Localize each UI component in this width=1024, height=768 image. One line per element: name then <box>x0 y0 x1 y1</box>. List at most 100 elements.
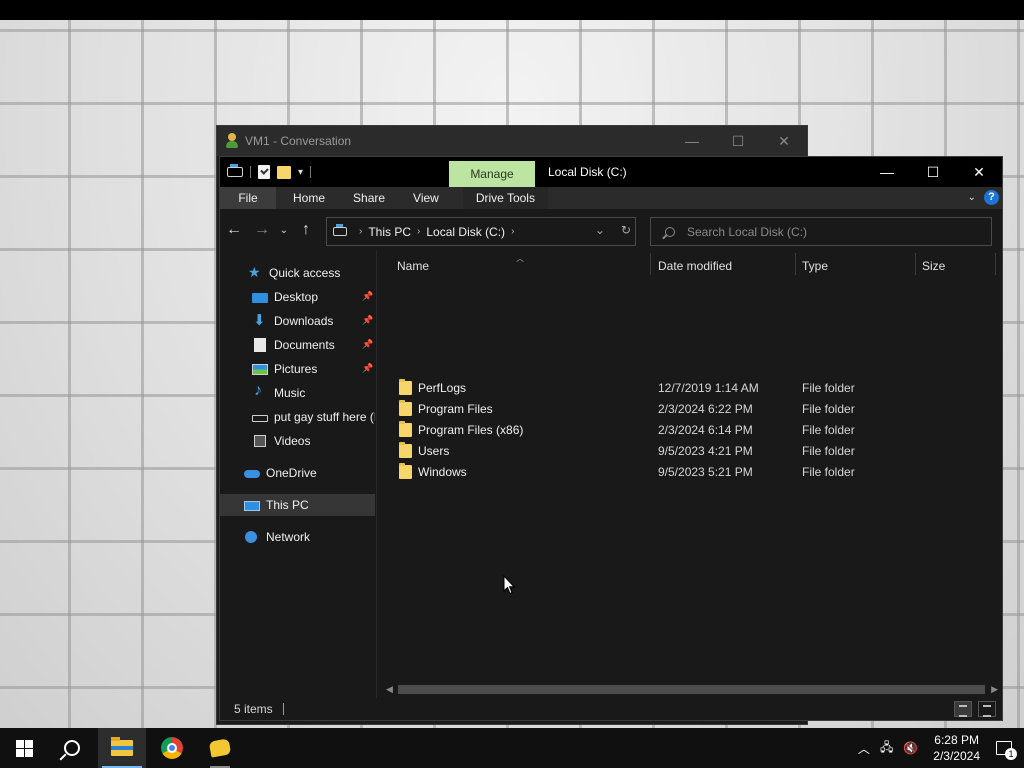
horizontal-scrollbar[interactable]: ◀ ▶ <box>386 682 998 696</box>
onedrive-icon <box>244 466 260 480</box>
show-hidden-icons-icon[interactable]: ︿ <box>853 740 875 757</box>
drive-icon[interactable] <box>227 164 243 177</box>
search-box[interactable]: Search Local Disk (C:) <box>650 217 992 246</box>
chevron-right-icon[interactable]: › <box>359 226 362 237</box>
sidebar-item-videos[interactable]: Videos <box>220 430 375 452</box>
table-row[interactable]: Users 9/5/2023 4:21 PM File folder <box>378 441 998 462</box>
qat-dropdown-icon[interactable]: ▾ <box>298 167 303 178</box>
chat-taskbar-button[interactable] <box>196 728 244 768</box>
file-explorer-taskbar-button[interactable] <box>98 728 146 768</box>
breadcrumb-this-pc[interactable]: This PC <box>368 225 411 239</box>
details-view-icon[interactable] <box>954 701 972 717</box>
table-row[interactable]: Windows 9/5/2023 5:21 PM File folder <box>378 462 998 483</box>
file-name: Program Files <box>418 402 493 416</box>
folder-icon <box>399 421 412 437</box>
sidebar-item-label: This PC <box>266 498 309 512</box>
sidebar-item-this-pc[interactable]: This PC <box>220 494 375 516</box>
breadcrumb-local-disk[interactable]: Local Disk (C:) <box>426 225 505 239</box>
item-count: 5 items <box>234 702 273 716</box>
sidebar-item-quick-access[interactable]: Quick access <box>220 262 375 284</box>
folder-icon <box>399 379 412 395</box>
file-list[interactable]: ︿ Name Date modified Type Size PerfLogs … <box>378 251 1002 700</box>
pin-icon[interactable]: 📌 <box>362 363 373 374</box>
sidebar-item-desktop[interactable]: Desktop 📌 <box>220 286 375 308</box>
qat-separator <box>250 166 251 178</box>
tab-file[interactable]: File <box>220 187 276 209</box>
minimize-button[interactable]: — <box>864 157 910 187</box>
recent-locations-chevron-icon[interactable]: ⌄ <box>276 225 292 236</box>
clock-time: 6:28 PM <box>934 733 979 747</box>
notifications-icon[interactable]: 1 <box>996 741 1017 760</box>
file-name: Users <box>418 444 450 458</box>
tab-share[interactable]: Share <box>339 187 399 209</box>
volume-muted-icon[interactable]: 🔇 <box>898 741 923 755</box>
scroll-right-icon[interactable]: ▶ <box>991 682 998 696</box>
file-explorer-window[interactable]: ▾ Manage Local Disk (C:) — ☐ ✕ File Home… <box>219 156 1003 721</box>
sort-ascending-icon: ︿ <box>516 254 524 263</box>
sidebar-item-label: Desktop <box>274 290 319 304</box>
refresh-icon[interactable]: ↻ <box>621 223 631 237</box>
this-pc-icon <box>244 500 260 511</box>
vm-minimize-button[interactable]: — <box>669 133 715 150</box>
large-icons-view-icon[interactable] <box>978 701 996 717</box>
tab-view[interactable]: View <box>399 187 453 209</box>
table-row[interactable]: PerfLogs 12/7/2019 1:14 AM File folder <box>378 378 998 399</box>
help-icon[interactable]: ? <box>984 190 999 205</box>
chevron-right-icon[interactable]: › <box>417 226 420 237</box>
system-tray: ︿ 🖧 🔇 6:28 PM 2/3/2024 1 <box>853 728 1024 768</box>
table-row[interactable]: Program Files 2/3/2024 6:22 PM File fold… <box>378 399 998 420</box>
search-icon <box>665 226 675 237</box>
table-row[interactable]: Program Files (x86) 2/3/2024 6:14 PM Fil… <box>378 420 998 441</box>
scrollbar-thumb[interactable] <box>398 685 985 694</box>
vm-maximize-button[interactable]: ☐ <box>715 133 761 150</box>
chevron-right-icon[interactable]: › <box>511 226 514 237</box>
sidebar-item-label: OneDrive <box>266 466 317 480</box>
download-icon <box>252 311 268 329</box>
column-divider[interactable] <box>795 253 796 275</box>
up-arrow-icon[interactable]: ↑ <box>292 221 320 239</box>
forward-arrow-icon[interactable]: → <box>248 221 276 239</box>
clock[interactable]: 6:28 PM 2/3/2024 <box>923 732 990 764</box>
address-bar[interactable]: › This PC › Local Disk (C:) › ⌄ ↻ <box>326 217 636 246</box>
chrome-taskbar-button[interactable] <box>148 728 196 768</box>
address-history-chevron-icon[interactable]: ⌄ <box>595 223 605 237</box>
sidebar-item-network[interactable]: Network <box>220 526 375 548</box>
search-input[interactable]: Search Local Disk (C:) <box>687 225 807 239</box>
column-header-type[interactable]: Type <box>802 251 828 281</box>
column-header-size[interactable]: Size <box>922 251 945 281</box>
sidebar-item-drive-e[interactable]: put gay stuff here (E <box>220 406 375 428</box>
chrome-icon <box>161 737 183 759</box>
explorer-titlebar[interactable]: ▾ Manage Local Disk (C:) — ☐ ✕ <box>220 157 1002 187</box>
sidebar-item-downloads[interactable]: Downloads 📌 <box>220 310 375 332</box>
column-divider[interactable] <box>995 253 996 275</box>
sidebar-item-documents[interactable]: Documents 📌 <box>220 334 375 356</box>
file-name: PerfLogs <box>418 381 467 395</box>
column-divider[interactable] <box>915 253 916 275</box>
sidebar-item-onedrive[interactable]: OneDrive <box>220 462 375 484</box>
maximize-button[interactable]: ☐ <box>910 157 956 187</box>
properties-icon[interactable] <box>258 165 270 179</box>
sidebar-item-pictures[interactable]: Pictures 📌 <box>220 358 375 380</box>
pin-icon[interactable]: 📌 <box>362 315 373 326</box>
column-divider[interactable] <box>650 253 651 275</box>
pin-icon[interactable]: 📌 <box>362 339 373 350</box>
manage-tab[interactable]: Manage <box>449 161 535 187</box>
user-avatar-icon <box>225 133 239 149</box>
tab-home[interactable]: Home <box>279 187 339 209</box>
close-button[interactable]: ✕ <box>956 157 1002 187</box>
vm-titlebar[interactable]: VM1 - Conversation — ☐ ✕ <box>217 126 807 156</box>
search-button[interactable] <box>48 728 96 768</box>
tab-drive-tools[interactable]: Drive Tools <box>462 187 548 209</box>
back-arrow-icon[interactable]: ← <box>220 221 248 239</box>
scroll-left-icon[interactable]: ◀ <box>386 682 393 696</box>
network-status-icon[interactable]: 🖧 <box>875 738 898 759</box>
new-folder-icon[interactable] <box>277 165 291 179</box>
column-header-date-modified[interactable]: Date modified <box>658 251 732 281</box>
start-button[interactable] <box>0 728 48 768</box>
pin-icon[interactable]: 📌 <box>362 291 373 302</box>
expand-ribbon-icon[interactable]: ⌄ <box>968 192 976 203</box>
vm-close-button[interactable]: ✕ <box>761 133 807 150</box>
column-header-name[interactable]: Name <box>397 251 429 281</box>
sidebar-item-music[interactable]: Music <box>220 382 375 404</box>
file-type: File folder <box>802 444 855 458</box>
